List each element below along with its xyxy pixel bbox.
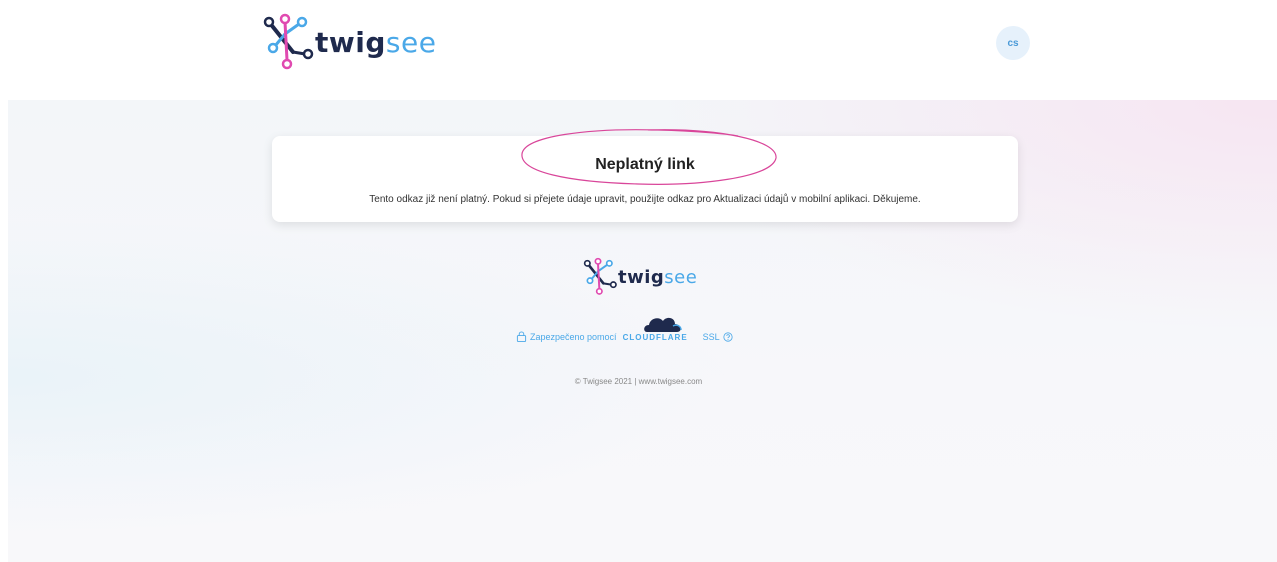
cloudflare-wordmark: CLOUDFLARE — [622, 333, 688, 342]
twigsee-logo-icon — [583, 257, 617, 295]
cloudflare-logo: CLOUDFLARE — [623, 312, 699, 342]
copyright-text: © Twigsee 2021 | www.twigsee.com — [574, 377, 703, 386]
logo-wordmark: twigsee — [618, 266, 698, 288]
footer-logo[interactable]: twigsee — [578, 253, 697, 299]
secured-label: Zapezpečeno pomocí — [530, 332, 617, 342]
cloudflare-security-badge[interactable]: Zapezpečeno pomocí CLOUDFLARE SSL — [516, 312, 733, 342]
header: twigsee cs — [0, 0, 1277, 100]
twigsee-logo[interactable]: twigsee — [255, 8, 436, 74]
logo-wordmark: twigsee — [315, 25, 437, 59]
twigsee-logo-icon — [263, 13, 314, 70]
invalid-link-card: Neplatný link Tento odkaz již není platn… — [272, 129, 1018, 222]
invalid-link-message: Tento odkaz již není platný. Pokud si př… — [369, 194, 921, 205]
ssl-label: SSL — [702, 332, 720, 342]
help-icon[interactable] — [722, 332, 733, 342]
lock-icon — [516, 331, 527, 342]
page-title: Neplatný link — [595, 156, 695, 173]
language-switch-button[interactable]: cs — [996, 26, 1030, 60]
cloud-icon — [643, 317, 682, 332]
